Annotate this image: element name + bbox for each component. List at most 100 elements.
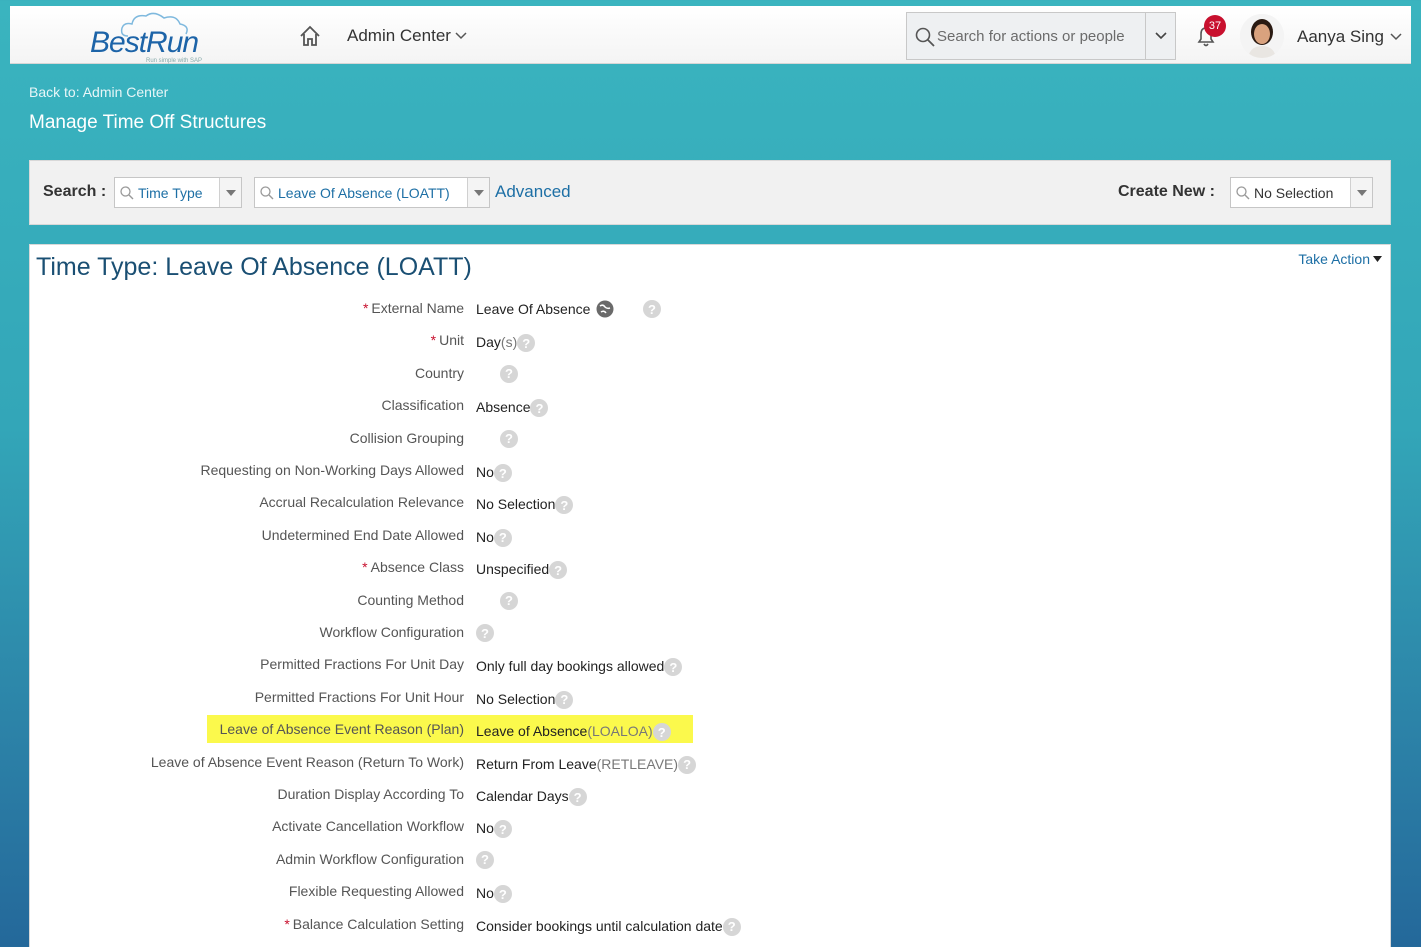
home-icon[interactable] xyxy=(298,24,322,48)
field-row: * Balance Calculation Setting Consider boo… xyxy=(30,913,1030,937)
chevron-down-icon xyxy=(455,32,467,40)
field-value-code: (s) xyxy=(500,334,518,351)
object-type-value: Time Type xyxy=(138,184,203,201)
logo-tagline: Run simple with SAP xyxy=(146,58,203,64)
avatar[interactable] xyxy=(1240,14,1284,58)
field-value: No Selection? xyxy=(476,689,574,709)
help-icon[interactable]: ? xyxy=(664,658,683,677)
admin-center-label: Admin Center xyxy=(347,26,451,45)
field-value: No? xyxy=(476,527,512,547)
field-label: Activate Cancellation Workflow xyxy=(272,818,464,834)
field-value: Leave of Absence (LOALOA)? xyxy=(476,721,671,742)
search-scope-dropdown[interactable] xyxy=(1145,13,1175,59)
field-label-text: Collision Grouping xyxy=(349,429,464,446)
field-value-text: Leave Of Absence xyxy=(476,301,591,317)
admin-center-menu[interactable]: Admin Center xyxy=(347,26,467,46)
take-action-label: Take Action xyxy=(1298,251,1370,267)
field-label-text: Leave of Absence Event Reason (Return To… xyxy=(150,753,464,770)
field-value: Return From Leave (RETLEAVE)? xyxy=(476,754,697,774)
user-menu[interactable]: Aanya Sing xyxy=(1297,27,1402,47)
field-label-text: Permitted Fractions For Unit Hour xyxy=(254,688,464,705)
create-new-select[interactable]: No Selection xyxy=(1230,177,1373,208)
help-icon[interactable]: ? xyxy=(500,591,518,610)
chevron-down-icon xyxy=(1154,32,1167,40)
field-row: * Unit Day (s)? xyxy=(30,329,1030,353)
field-label: Collision Grouping xyxy=(350,430,464,446)
field-value-text: Only full day bookings allowed xyxy=(476,658,665,675)
globe-icon[interactable] xyxy=(596,300,614,318)
field-label: * Absence Class xyxy=(362,559,464,575)
object-type-select[interactable]: Time Type xyxy=(114,177,242,208)
field-row: * Absence Class Unspecified? xyxy=(30,556,1030,580)
field-row: Counting Method? xyxy=(30,589,1030,613)
field-label: * Balance Calculation Setting xyxy=(284,916,464,932)
field-value: Only full day bookings allowed? xyxy=(476,656,683,677)
field-label: Permitted Fractions For Unit Hour xyxy=(255,689,464,705)
field-label: Leave of Absence Event Reason (Return To… xyxy=(151,754,464,770)
field-value-text: Calendar Days xyxy=(476,788,569,804)
field-value: Calendar Days? xyxy=(476,786,587,806)
field-value-code: (LOALOA) xyxy=(587,723,653,740)
required-marker: * xyxy=(284,915,290,932)
help-icon[interactable]: ? xyxy=(476,624,494,642)
search-icon xyxy=(260,185,274,199)
help-icon[interactable]: ? xyxy=(493,885,512,904)
help-icon[interactable]: ? xyxy=(500,429,518,448)
field-row: Classification Absence? xyxy=(30,394,1030,418)
caret-down-icon xyxy=(473,189,484,196)
field-value-text: Day xyxy=(476,334,501,351)
help-icon[interactable]: ? xyxy=(568,788,587,806)
user-photo-icon xyxy=(1240,14,1284,58)
help-icon[interactable]: ? xyxy=(530,399,549,418)
help-icon[interactable]: ? xyxy=(652,723,671,742)
field-value: No? xyxy=(476,818,512,839)
take-action-menu[interactable]: Take Action xyxy=(1298,251,1382,267)
help-icon[interactable]: ? xyxy=(722,917,741,936)
field-value-text: Return From Leave xyxy=(476,755,597,772)
search-icon xyxy=(915,27,935,47)
field-value-text: No Selection xyxy=(476,690,556,707)
bestrun-logo[interactable]: BestRun Run simple with SAP xyxy=(90,12,220,64)
field-label-text: Leave of Absence Event Reason (Plan) xyxy=(219,721,464,738)
advanced-search-link[interactable]: Advanced xyxy=(495,182,571,202)
field-row: Flexible Requesting Allowed No? xyxy=(30,880,1030,904)
help-icon[interactable]: ? xyxy=(549,561,568,580)
notification-badge: 37 xyxy=(1204,15,1226,37)
help-icon[interactable]: ? xyxy=(555,496,574,515)
user-name-label: Aanya Sing xyxy=(1297,27,1384,46)
field-label: Undetermined End Date Allowed xyxy=(262,527,464,543)
help-icon[interactable]: ? xyxy=(643,300,661,318)
field-label: Admin Workflow Configuration xyxy=(276,851,464,867)
object-instance-select[interactable]: Leave Of Absence (LOATT) xyxy=(254,177,490,208)
field-label-text: Workflow Configuration xyxy=(319,624,464,640)
field-row: Workflow Configuration? xyxy=(30,621,1030,645)
field-label-text: Accrual Recalculation Relevance xyxy=(259,494,464,511)
help-icon[interactable]: ? xyxy=(493,528,512,547)
back-to-admin-center-link[interactable]: Back to: Admin Center xyxy=(29,84,168,100)
help-icon[interactable]: ? xyxy=(476,850,494,869)
search-input[interactable] xyxy=(937,23,1137,49)
help-icon[interactable]: ? xyxy=(493,464,512,482)
field-value-code: (RETLEAVE) xyxy=(596,755,679,772)
global-search xyxy=(906,12,1176,60)
help-icon[interactable]: ? xyxy=(500,364,518,383)
field-label-text: Duration Display According To xyxy=(277,786,464,802)
field-row: Leave of Absence Event Reason (Plan) Leav… xyxy=(30,718,1030,742)
field-value: No? xyxy=(476,883,512,904)
field-label-text: Unit xyxy=(439,332,464,349)
field-label-text: Undetermined End Date Allowed xyxy=(261,526,464,543)
field-label-text: Counting Method xyxy=(357,591,464,608)
help-icon[interactable]: ? xyxy=(678,755,697,774)
field-label-text: Requesting on Non-Working Days Allowed xyxy=(200,462,464,478)
field-label-text: Admin Workflow Configuration xyxy=(275,850,464,867)
help-icon[interactable]: ? xyxy=(493,820,512,839)
field-label-text: Country xyxy=(414,364,464,381)
field-label: Accrual Recalculation Relevance xyxy=(259,494,464,510)
help-icon[interactable]: ? xyxy=(517,334,536,353)
field-row: Duration Display According To Calendar Da… xyxy=(30,783,1030,807)
field-value-text: No xyxy=(476,885,494,902)
caret-down-icon xyxy=(1373,256,1382,262)
field-row: Accrual Recalculation Relevance No Select… xyxy=(30,491,1030,515)
field-value-text: No xyxy=(476,464,494,480)
help-icon[interactable]: ? xyxy=(555,690,574,709)
